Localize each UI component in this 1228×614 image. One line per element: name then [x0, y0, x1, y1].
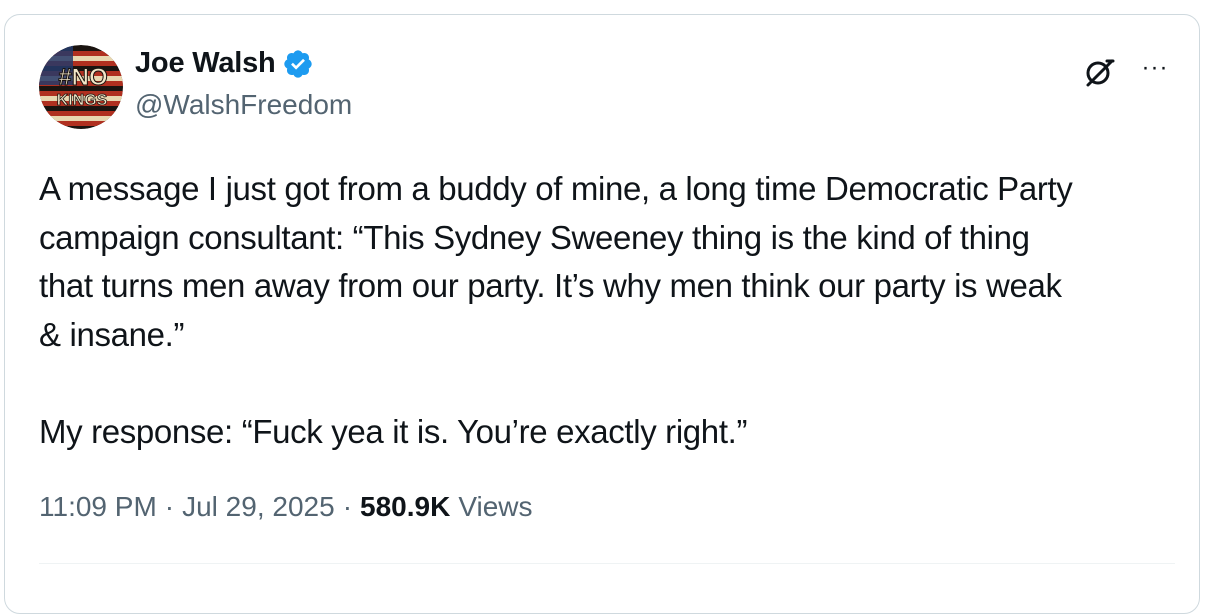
- author-name-row: Joe Walsh: [135, 47, 314, 80]
- grok-icon[interactable]: [1083, 55, 1117, 89]
- more-options-icon[interactable]: ···: [1135, 53, 1175, 83]
- views-label: Views: [458, 491, 533, 522]
- tweet-text: A message I just got from a buddy of min…: [39, 170, 1073, 450]
- tweet-date[interactable]: Jul 29, 2025: [182, 491, 335, 523]
- avatar-text-bottom: KINGS: [57, 92, 108, 109]
- tweet-card: #NO KINGS Joe Walsh @WalshFreedom ··· A …: [4, 14, 1200, 614]
- tweet-time[interactable]: 11:09 PM: [39, 491, 157, 523]
- divider: [39, 563, 1175, 564]
- meta-separator: ·: [342, 491, 353, 522]
- avatar-image: #NO KINGS: [39, 45, 123, 129]
- tweet-meta: 11:09 PM · Jul 29, 2025 · 580.9K Views: [39, 491, 533, 523]
- views-count: 580.9K: [360, 491, 451, 522]
- verified-badge-icon[interactable]: [282, 48, 314, 80]
- avatar[interactable]: #NO KINGS: [39, 45, 123, 129]
- display-name[interactable]: Joe Walsh: [135, 47, 276, 80]
- meta-separator: ·: [164, 491, 175, 522]
- avatar-text-top: #NO: [58, 64, 107, 91]
- author-handle[interactable]: @WalshFreedom: [135, 89, 352, 121]
